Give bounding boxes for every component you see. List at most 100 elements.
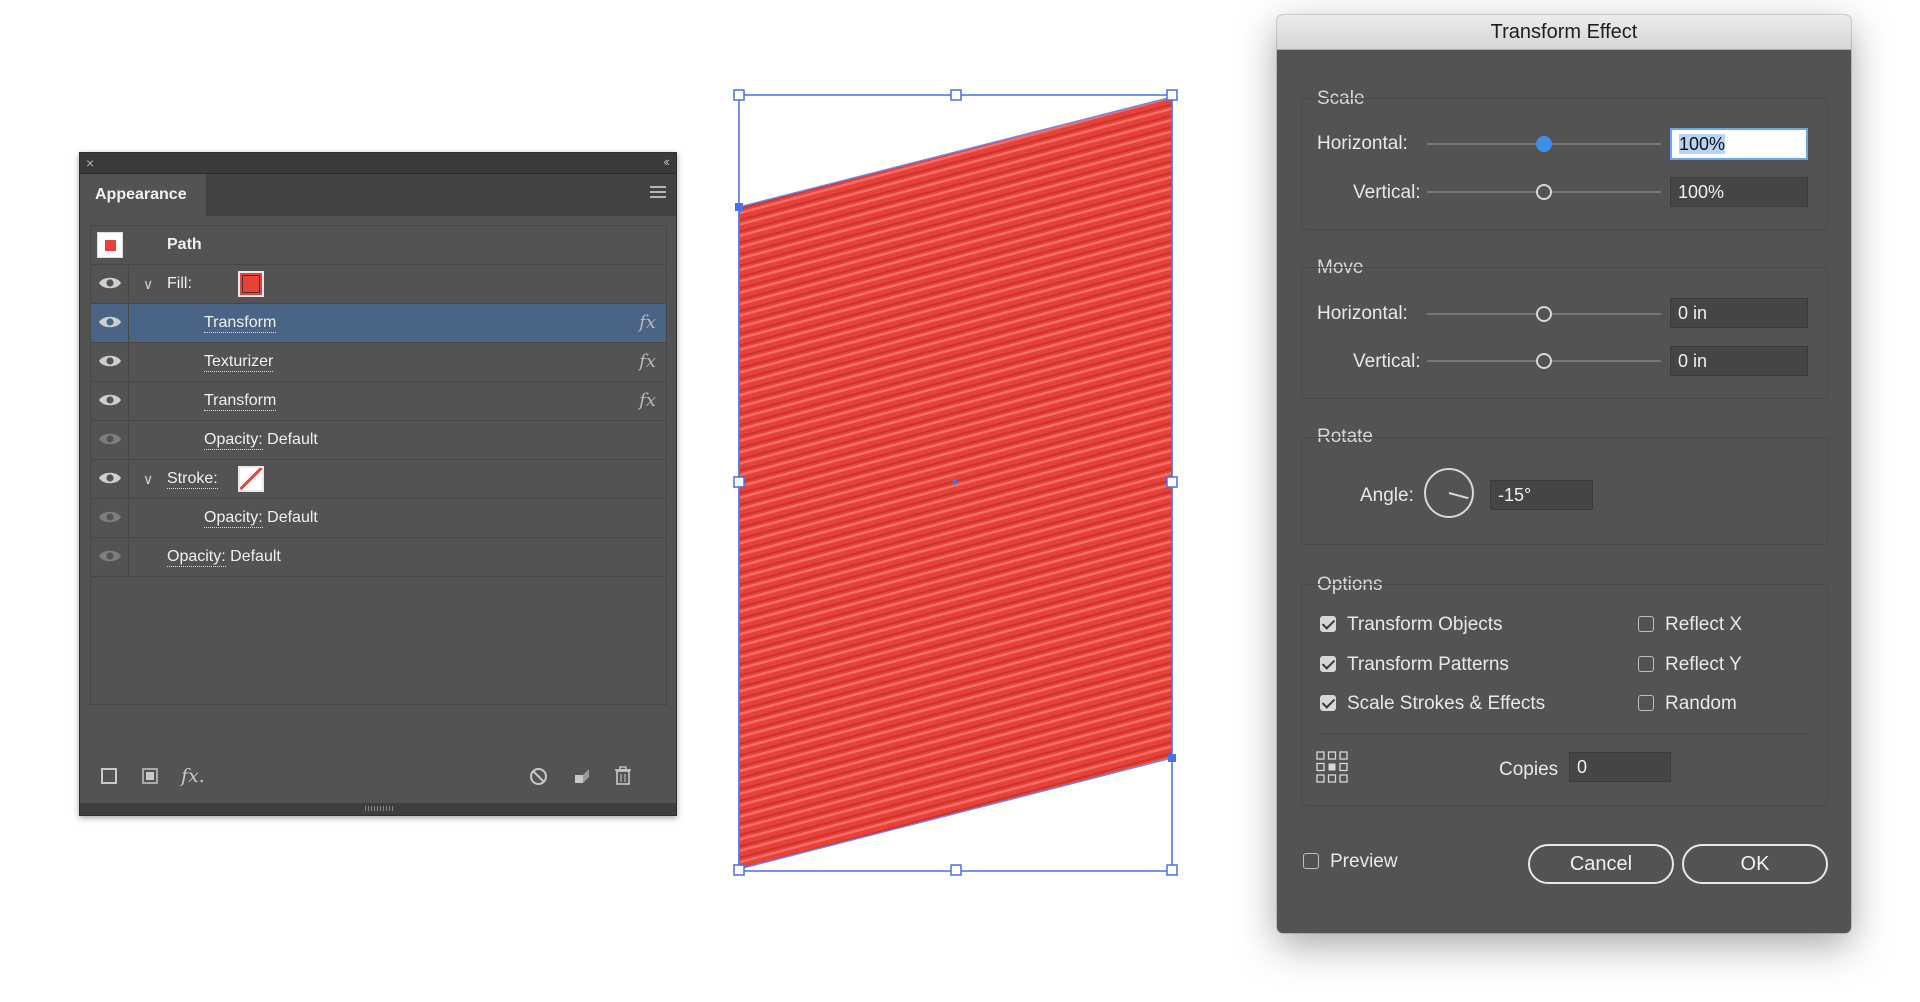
trash-icon[interactable] <box>614 766 632 786</box>
chevron-down-icon[interactable]: ∨ <box>143 265 153 303</box>
opacity-link[interactable]: Opacity: <box>167 548 226 567</box>
effect-link[interactable]: Transform <box>204 392 277 411</box>
visibility-toggle <box>91 499 129 537</box>
handle-middle-left[interactable] <box>733 476 745 488</box>
move-vertical-input[interactable]: 0 in <box>1670 346 1808 376</box>
reference-point-icon[interactable] <box>1316 751 1348 783</box>
move-horizontal-knob[interactable] <box>1536 306 1552 322</box>
fx-icon[interactable]: fx <box>639 382 656 420</box>
scale-group <box>1301 98 1828 230</box>
fx-icon[interactable]: fx <box>639 304 656 342</box>
dialog-title[interactable]: Transform Effect <box>1277 15 1851 50</box>
move-vertical-label: Vertical: <box>1353 351 1421 372</box>
ok-button[interactable]: OK <box>1682 844 1828 884</box>
duplicate-item-icon[interactable] <box>573 767 591 785</box>
scale-vertical-knob[interactable] <box>1536 184 1552 200</box>
transform-patterns-label: Transform Patterns <box>1347 654 1509 675</box>
reflect-x-checkbox[interactable] <box>1638 616 1654 632</box>
eye-icon <box>99 472 121 484</box>
random-checkbox[interactable] <box>1638 695 1654 711</box>
handle-bottom-left[interactable] <box>733 864 745 876</box>
scale-strokes-checkbox[interactable] <box>1320 695 1336 711</box>
cancel-button[interactable]: Cancel <box>1528 844 1674 884</box>
fill-row[interactable]: ∨ Fill: <box>91 265 666 304</box>
reflect-x-label: Reflect X <box>1665 614 1743 635</box>
object-row[interactable]: Path <box>91 226 666 265</box>
copies-input[interactable]: 0 <box>1569 752 1671 782</box>
effect-link[interactable]: Texturizer <box>204 353 274 372</box>
anchor-point[interactable] <box>735 203 743 211</box>
handle-bottom-center[interactable] <box>950 864 962 876</box>
stroke-swatch[interactable] <box>238 466 264 492</box>
appearance-list: Path ∨ Fill: Transform fx Texturizer fx <box>90 225 667 705</box>
tab-appearance[interactable]: Appearance <box>80 174 206 216</box>
eye-icon <box>99 394 121 406</box>
effect-row-texturizer[interactable]: Texturizer fx <box>91 343 666 382</box>
appearance-panel: × ‹‹ Appearance Path ∨ Fill: Transform f… <box>79 152 677 816</box>
scale-vertical-input[interactable]: 100% <box>1670 177 1808 207</box>
add-effect-icon[interactable]: fx. <box>181 767 205 786</box>
path-thumbnail-icon <box>97 232 123 258</box>
move-horizontal-label: Horizontal: <box>1317 303 1408 324</box>
visibility-toggle[interactable] <box>91 343 129 381</box>
move-vertical-knob[interactable] <box>1536 353 1552 369</box>
visibility-toggle[interactable] <box>91 304 129 342</box>
transform-objects-label: Transform Objects <box>1347 614 1503 635</box>
handle-top-left[interactable] <box>733 89 745 101</box>
opacity-value: Default <box>267 431 318 448</box>
eye-icon <box>99 433 121 445</box>
scale-horizontal-input[interactable]: 100% <box>1670 128 1808 160</box>
effect-row-transform-1[interactable]: Transform fx <box>91 304 666 343</box>
visibility-toggle <box>91 421 129 459</box>
visibility-toggle[interactable] <box>91 460 129 498</box>
visibility-toggle[interactable] <box>91 382 129 420</box>
scale-vertical-label: Vertical: <box>1353 182 1421 203</box>
transform-effect-dialog: Transform Effect Scale Horizontal: 100% … <box>1277 15 1851 933</box>
opacity-link[interactable]: Opacity: <box>204 431 263 450</box>
scale-horizontal-knob[interactable] <box>1536 136 1552 152</box>
panel-bottom-toolbar: fx. <box>80 757 676 795</box>
handle-top-center[interactable] <box>950 89 962 101</box>
reflect-y-checkbox[interactable] <box>1638 656 1654 672</box>
reflect-y-label: Reflect Y <box>1665 654 1742 675</box>
stroke-row[interactable]: ∨ Stroke: <box>91 460 666 499</box>
stroke-opacity-row[interactable]: Opacity: Default <box>91 499 666 538</box>
eye-icon <box>99 277 121 289</box>
chevron-down-icon[interactable]: ∨ <box>143 460 153 498</box>
opacity-link[interactable]: Opacity: <box>204 509 263 528</box>
handle-top-right[interactable] <box>1166 89 1178 101</box>
handle-middle-right[interactable] <box>1166 476 1178 488</box>
close-icon[interactable]: × <box>86 154 94 172</box>
scale-strokes-label: Scale Strokes & Effects <box>1347 693 1546 714</box>
new-fill-icon[interactable] <box>141 767 159 785</box>
object-opacity-row[interactable]: Opacity: Default <box>91 538 666 577</box>
scale-horizontal-label: Horizontal: <box>1317 133 1408 154</box>
panel-menu-icon[interactable] <box>650 186 666 201</box>
fill-opacity-row[interactable]: Opacity: Default <box>91 421 666 460</box>
panel-tabbar: Appearance <box>80 174 676 216</box>
new-stroke-icon[interactable] <box>100 767 118 785</box>
fx-icon[interactable]: fx <box>639 343 656 381</box>
fill-label: Fill: <box>167 275 192 292</box>
effect-link[interactable]: Transform <box>204 314 277 333</box>
panel-resize-grip[interactable] <box>80 803 676 815</box>
preview-checkbox[interactable] <box>1303 853 1319 869</box>
panel-titlebar[interactable]: × ‹‹ <box>80 153 676 174</box>
visibility-toggle[interactable] <box>91 265 129 303</box>
angle-dial-icon[interactable] <box>1424 468 1474 518</box>
center-point <box>952 479 958 485</box>
copies-label: Copies <box>1499 759 1559 780</box>
stroke-link[interactable]: Stroke: <box>167 470 218 489</box>
transform-patterns-checkbox[interactable] <box>1320 656 1336 672</box>
move-horizontal-input[interactable]: 0 in <box>1670 298 1808 328</box>
eye-icon <box>99 316 121 328</box>
clear-appearance-icon[interactable] <box>529 767 548 786</box>
collapse-icon[interactable]: ‹‹ <box>663 153 670 171</box>
angle-input[interactable]: -15° <box>1490 480 1593 510</box>
fill-swatch[interactable] <box>238 271 264 297</box>
anchor-point[interactable] <box>1168 754 1176 762</box>
options-divider <box>1317 733 1812 734</box>
handle-bottom-right[interactable] <box>1166 864 1178 876</box>
transform-objects-checkbox[interactable] <box>1320 616 1336 632</box>
effect-row-transform-2[interactable]: Transform fx <box>91 382 666 421</box>
